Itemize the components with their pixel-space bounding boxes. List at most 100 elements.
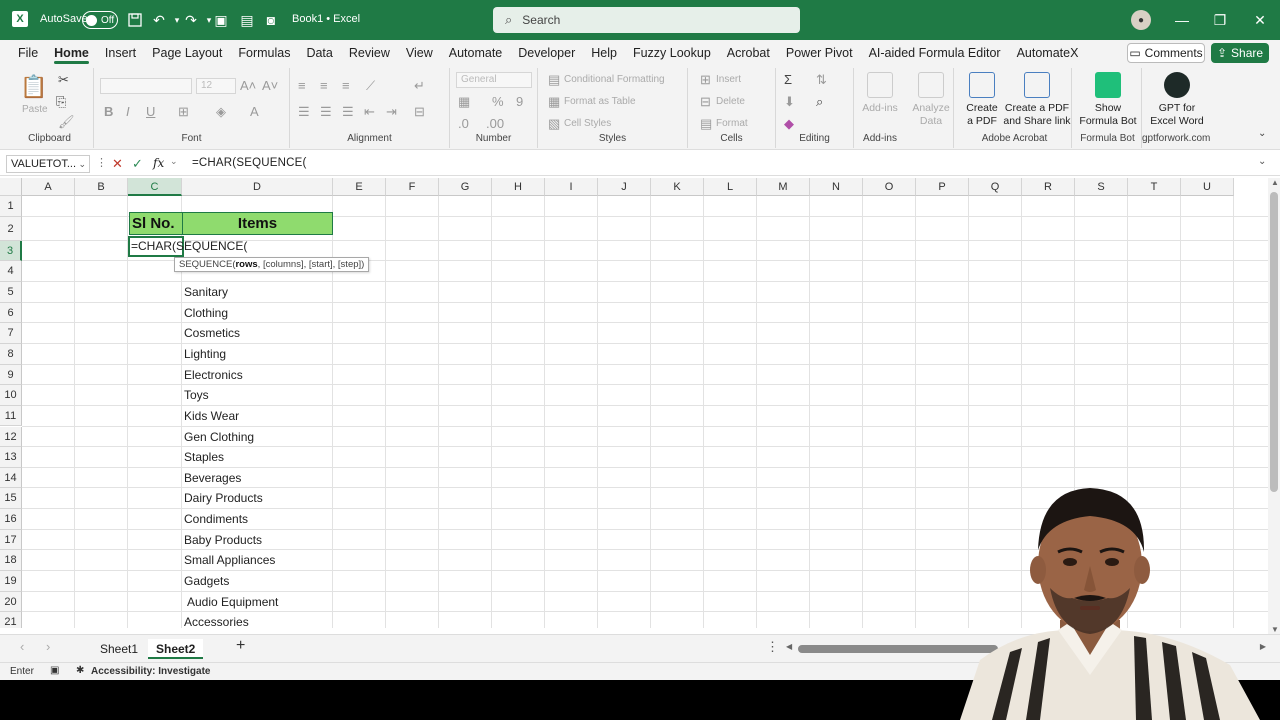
row-header-9[interactable]: 9 <box>0 364 22 386</box>
save-icon[interactable] <box>126 10 144 30</box>
row-header-8[interactable]: 8 <box>0 343 22 365</box>
search-box[interactable]: ⌕ Search <box>493 7 800 33</box>
row-header-10[interactable]: 10 <box>0 385 22 406</box>
row-header-21[interactable]: 21 <box>0 612 22 628</box>
align-center-icon[interactable]: ☰ <box>320 104 332 120</box>
borders-icon[interactable]: ⊞ <box>178 104 189 120</box>
shrink-font-icon[interactable]: A˅ <box>262 78 278 93</box>
tab-options-icon[interactable]: ⋮ <box>766 639 779 655</box>
sheet-tab-sheet1[interactable]: Sheet1 <box>92 639 146 659</box>
italic-icon[interactable]: I <box>126 104 130 119</box>
number-format-box[interactable]: General <box>456 72 532 88</box>
find-select-icon[interactable]: ⌕ <box>816 94 823 110</box>
fx-dropdown-icon[interactable]: ⌄ <box>170 156 178 167</box>
currency-icon[interactable]: ▦ <box>458 94 470 110</box>
expand-formula-bar-icon[interactable]: ⌄ <box>1258 156 1266 167</box>
undo-icon[interactable]: ↶ <box>150 10 168 30</box>
delete-cells-icon[interactable]: ⊟ <box>700 94 711 110</box>
cut-icon[interactable]: ✂ <box>58 72 69 88</box>
increase-indent-icon[interactable]: ⇥ <box>386 104 397 120</box>
format-table-icon[interactable]: ▦ <box>548 94 560 110</box>
item-cell[interactable]: Gadgets <box>184 574 229 588</box>
add-sheet-icon[interactable]: + <box>236 637 245 655</box>
sort-filter-icon[interactable]: ⇅ <box>816 72 827 88</box>
row-header-11[interactable]: 11 <box>0 405 22 427</box>
column-header-o[interactable]: O <box>863 178 916 196</box>
header-cell-sl-no[interactable]: Sl No. <box>129 212 183 235</box>
column-header-d[interactable]: D <box>182 178 333 196</box>
formula-input[interactable]: =CHAR(SEQUENCE( <box>192 157 307 169</box>
minimize-icon[interactable]: — <box>1170 8 1194 32</box>
decrease-decimal-icon[interactable]: .00 <box>486 116 504 131</box>
item-cell[interactable]: Toys <box>184 388 209 402</box>
item-cell[interactable]: Cosmetics <box>184 326 240 340</box>
format-cells-label[interactable]: Format <box>716 118 748 129</box>
row-header-12[interactable]: 12 <box>0 426 22 448</box>
item-cell[interactable]: Electronics <box>184 368 243 382</box>
menu-tab-help[interactable]: Help <box>583 40 625 66</box>
copy-icon[interactable]: ⎘ <box>56 94 66 110</box>
cancel-entry-icon[interactable]: ✕ <box>112 156 123 172</box>
confirm-entry-icon[interactable]: ✓ <box>132 156 143 172</box>
menu-tab-automate[interactable]: Automate <box>441 40 511 66</box>
menu-tab-review[interactable]: Review <box>341 40 398 66</box>
maximize-icon[interactable]: ❐ <box>1208 8 1232 32</box>
underline-icon[interactable]: U <box>146 104 155 119</box>
insert-function-icon[interactable]: fx <box>153 156 164 170</box>
format-table-label[interactable]: Format as Table <box>564 96 636 107</box>
row-header-3[interactable]: 3 <box>0 240 22 262</box>
item-cell[interactable]: Clothing <box>184 306 228 320</box>
align-bottom-icon[interactable]: ≡ <box>342 78 350 93</box>
column-header-h[interactable]: H <box>492 178 545 196</box>
conditional-formatting-label[interactable]: Conditional Formatting <box>564 74 665 85</box>
insert-cells-icon[interactable]: ⊞ <box>700 72 711 88</box>
autosave-toggle[interactable]: Off <box>82 11 118 29</box>
collapse-ribbon-icon[interactable]: ⌄ <box>1258 128 1266 139</box>
item-cell[interactable]: Condiments <box>184 512 248 526</box>
cell-styles-label[interactable]: Cell Styles <box>564 118 611 129</box>
font-color-icon[interactable]: A <box>250 104 259 119</box>
item-cell[interactable]: Accessories <box>184 615 249 628</box>
row-header-16[interactable]: 16 <box>0 509 22 530</box>
item-cell[interactable]: Gen Clothing <box>184 430 254 444</box>
decrease-indent-icon[interactable]: ⇤ <box>364 104 375 120</box>
column-header-t[interactable]: T <box>1128 178 1181 196</box>
show-formula-bot-button[interactable]: Show Formula Bot <box>1076 72 1140 128</box>
delete-cells-label[interactable]: Delete <box>716 96 745 107</box>
share-button[interactable]: ⇪ Share <box>1211 43 1269 63</box>
name-box[interactable]: VALUETOT... ⌄ <box>6 155 90 173</box>
merge-icon[interactable]: ⊟ <box>414 104 425 120</box>
share-pdf-button[interactable]: Create a PDF and Share link <box>1002 72 1072 128</box>
scroll-up-icon[interactable]: ▲ <box>1271 178 1279 187</box>
row-header-6[interactable]: 6 <box>0 302 22 324</box>
row-header-1[interactable]: 1 <box>0 196 22 217</box>
comments-button[interactable]: ▭ Comments <box>1127 43 1205 63</box>
column-header-m[interactable]: M <box>757 178 810 196</box>
camera-icon[interactable]: ◙ <box>262 10 280 30</box>
picture-icon[interactable]: ▣ <box>212 10 230 30</box>
cell-styles-icon[interactable]: ▧ <box>548 116 560 132</box>
menu-tab-ai-aided-formula-editor[interactable]: AI-aided Formula Editor <box>861 40 1009 66</box>
format-cells-icon[interactable]: ▤ <box>700 116 712 132</box>
column-header-e[interactable]: E <box>333 178 386 196</box>
row-header-15[interactable]: 15 <box>0 488 22 510</box>
menu-tab-home[interactable]: Home <box>46 40 97 66</box>
item-cell[interactable]: Kids Wear <box>184 409 239 423</box>
item-cell[interactable]: Dairy Products <box>184 491 263 505</box>
column-header-s[interactable]: S <box>1075 178 1128 196</box>
column-header-g[interactable]: G <box>439 178 492 196</box>
conditional-formatting-icon[interactable]: ▤ <box>548 72 560 88</box>
analyze-data-button[interactable]: Analyze Data <box>908 72 954 128</box>
format-painter-icon[interactable]: 🖌 <box>58 114 75 130</box>
accessibility-status[interactable]: Accessibility: Investigate <box>91 666 211 677</box>
percent-icon[interactable]: % <box>492 94 504 109</box>
column-header-u[interactable]: U <box>1181 178 1234 196</box>
item-cell[interactable]: Lighting <box>184 347 226 361</box>
align-middle-icon[interactable]: ≡ <box>320 78 328 93</box>
addins-button[interactable]: Add-ins <box>862 72 898 115</box>
insert-cells-label[interactable]: Insert <box>716 74 741 85</box>
item-cell[interactable]: Baby Products <box>184 533 262 547</box>
menu-tab-developer[interactable]: Developer <box>510 40 583 66</box>
column-header-b[interactable]: B <box>75 178 128 196</box>
row-header-13[interactable]: 13 <box>0 447 22 468</box>
